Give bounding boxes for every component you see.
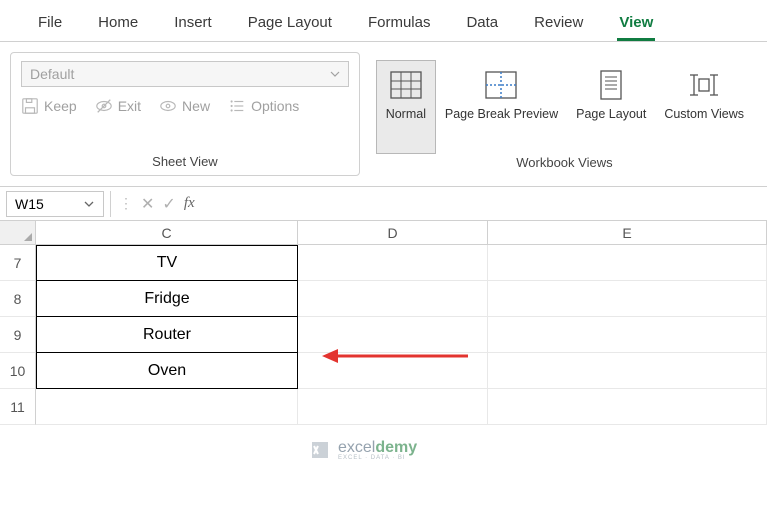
- group-workbook-views: Normal Page Break Preview Page Layout Cu…: [366, 52, 763, 176]
- page-break-preview-button[interactable]: Page Break Preview: [436, 60, 567, 154]
- options-button[interactable]: Options: [228, 97, 299, 115]
- row-header[interactable]: 8: [0, 281, 36, 317]
- chevron-down-icon: [330, 69, 340, 79]
- save-icon: [21, 97, 39, 115]
- page-layout-icon: [593, 67, 629, 103]
- cell-c8[interactable]: Fridge: [36, 281, 298, 317]
- row-11: 11: [0, 389, 767, 425]
- normal-view-button[interactable]: Normal: [376, 60, 436, 154]
- list-icon: [228, 97, 246, 115]
- cell-e9[interactable]: [488, 317, 767, 353]
- group-label-sheet-view: Sheet View: [21, 154, 349, 171]
- tab-view[interactable]: View: [601, 8, 671, 41]
- fx-icon[interactable]: fx: [184, 195, 195, 212]
- row-header[interactable]: 10: [0, 353, 36, 389]
- tab-file[interactable]: File: [20, 8, 80, 41]
- group-label-workbook-views: Workbook Views: [376, 155, 753, 172]
- row-header[interactable]: 7: [0, 245, 36, 281]
- custom-views-button[interactable]: Custom Views: [655, 60, 753, 154]
- annotation-arrow: [320, 345, 470, 367]
- col-header-d[interactable]: D: [298, 221, 488, 244]
- formula-bar-buttons: ⋮ ✕ ✓ fx: [110, 191, 203, 217]
- cell-c11[interactable]: [36, 389, 298, 425]
- cell-d11[interactable]: [298, 389, 488, 425]
- exit-button[interactable]: Exit: [95, 97, 141, 115]
- cell-d8[interactable]: [298, 281, 488, 317]
- normal-view-icon: [388, 67, 424, 103]
- watermark-icon: [308, 438, 332, 462]
- arrow-left-icon: [320, 345, 470, 367]
- name-box-value: W15: [15, 196, 44, 212]
- tab-insert[interactable]: Insert: [156, 8, 230, 41]
- row-header[interactable]: 9: [0, 317, 36, 353]
- cell-e10[interactable]: [488, 353, 767, 389]
- col-header-e[interactable]: E: [488, 221, 767, 244]
- ribbon: Default Keep Exit New Options Sheet View: [0, 42, 767, 187]
- cell-e7[interactable]: [488, 245, 767, 281]
- cell-e8[interactable]: [488, 281, 767, 317]
- row-8: 8 Fridge: [0, 281, 767, 317]
- ribbon-tabs: File Home Insert Page Layout Formulas Da…: [0, 0, 767, 42]
- worksheet: C D E 7 TV 8 Fridge 9 Router 10 Oven 11: [0, 221, 767, 425]
- sheet-view-dropdown[interactable]: Default: [21, 61, 349, 87]
- cell-e11[interactable]: [488, 389, 767, 425]
- name-box[interactable]: W15: [6, 191, 104, 217]
- tab-review[interactable]: Review: [516, 8, 601, 41]
- cell-c9[interactable]: Router: [36, 317, 298, 353]
- page-break-icon: [483, 67, 519, 103]
- keep-button[interactable]: Keep: [21, 97, 77, 115]
- col-header-c[interactable]: C: [36, 221, 298, 244]
- eye-icon: [159, 97, 177, 115]
- cancel-icon[interactable]: ✕: [141, 194, 154, 214]
- watermark: exceldemy EXCEL · DATA · BI: [308, 438, 417, 462]
- enter-icon[interactable]: ✓: [162, 194, 175, 214]
- tab-data[interactable]: Data: [448, 8, 516, 41]
- tab-home[interactable]: Home: [80, 8, 156, 41]
- select-all-corner[interactable]: [0, 221, 36, 244]
- cell-d7[interactable]: [298, 245, 488, 281]
- row-7: 7 TV: [0, 245, 767, 281]
- row-header[interactable]: 11: [0, 389, 36, 425]
- sheet-view-dropdown-label: Default: [30, 66, 74, 82]
- formula-input[interactable]: [203, 191, 761, 217]
- dots-icon: ⋮: [119, 195, 133, 212]
- tab-page-layout[interactable]: Page Layout: [230, 8, 350, 41]
- chevron-down-icon: [83, 198, 95, 210]
- group-sheet-view: Default Keep Exit New Options Sheet View: [10, 52, 360, 176]
- formula-bar: W15 ⋮ ✕ ✓ fx: [0, 187, 767, 221]
- eye-slash-icon: [95, 97, 113, 115]
- page-layout-button[interactable]: Page Layout: [567, 60, 655, 154]
- tab-formulas[interactable]: Formulas: [350, 8, 449, 41]
- custom-views-icon: [686, 67, 722, 103]
- new-button[interactable]: New: [159, 97, 210, 115]
- cell-c7[interactable]: TV: [36, 245, 298, 281]
- cell-c10[interactable]: Oven: [36, 353, 298, 389]
